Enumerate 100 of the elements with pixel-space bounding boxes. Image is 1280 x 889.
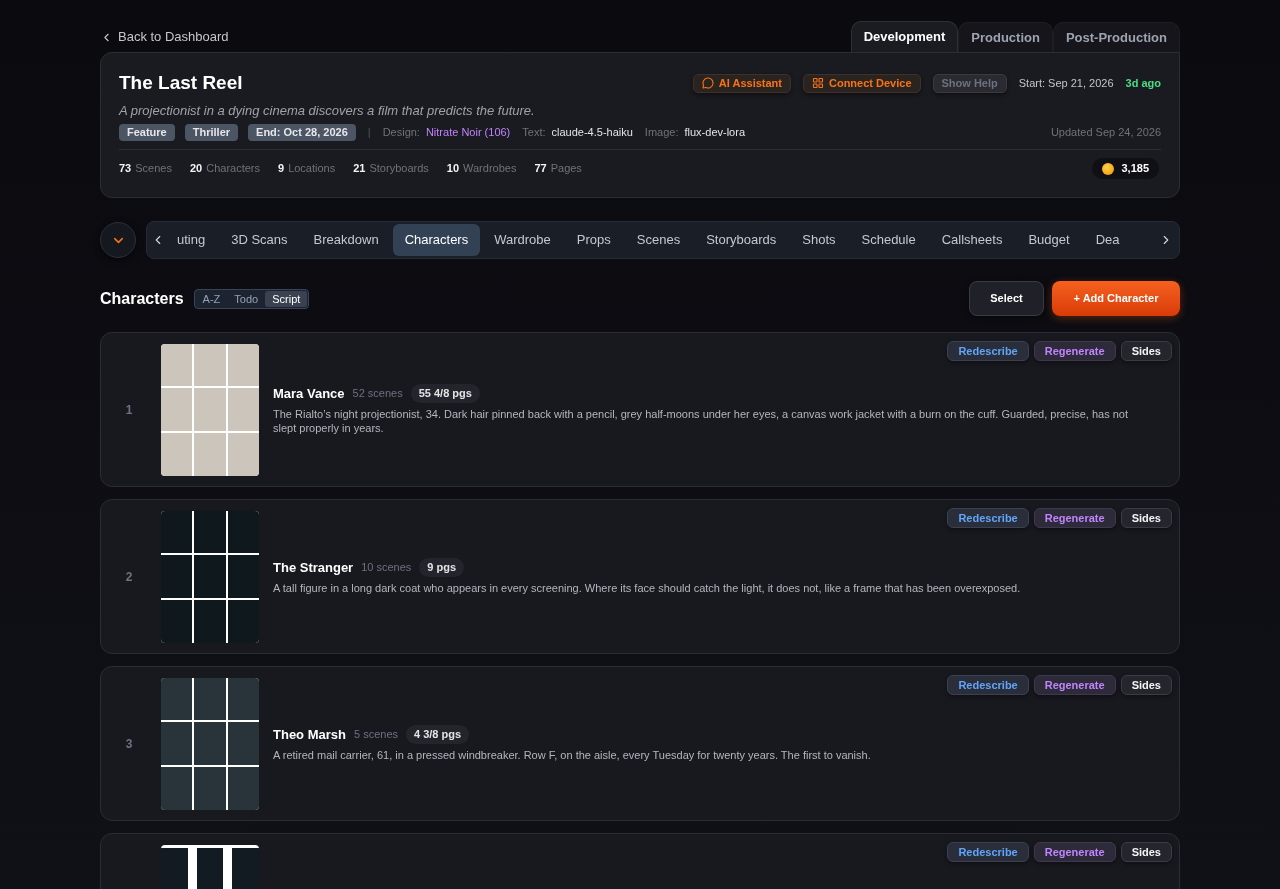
redescribe-button[interactable]: Redescribe (947, 675, 1029, 695)
regenerate-button[interactable]: Regenerate (1033, 842, 1116, 862)
project-tag: Feature (119, 123, 175, 141)
photo-placeholder (194, 343, 226, 387)
sides-button[interactable]: Sides (1120, 842, 1172, 862)
photo-placeholder (227, 766, 259, 810)
photo-placeholder (161, 432, 193, 476)
model-label: Image: (644, 124, 679, 140)
stat-count: 77 (534, 161, 547, 177)
scene-count: 5 scenes (353, 727, 398, 743)
section-tab[interactable]: Callsheets (929, 224, 1015, 256)
coin-icon (1102, 162, 1115, 175)
regenerate-button[interactable]: Regenerate (1033, 341, 1116, 361)
model-value: flux-dev-lora (684, 124, 746, 140)
photo-placeholder (161, 388, 193, 431)
redescribe-button[interactable]: Redescribe (947, 842, 1029, 862)
photo-placeholder (161, 766, 193, 810)
photo-placeholder (194, 388, 226, 431)
connect-device-button[interactable]: Connect Device (803, 73, 921, 93)
stat-count: 73 (119, 161, 132, 177)
photo-placeholder (227, 555, 259, 598)
stat-count: 21 (353, 161, 366, 177)
photo-placeholder (161, 599, 193, 643)
phase-tab[interactable]: Production (958, 22, 1053, 52)
character-number: 1 (125, 401, 133, 419)
phase-tab[interactable]: Development (850, 21, 959, 52)
character-name: Theo Marsh (273, 725, 346, 744)
photo-placeholder (194, 677, 226, 721)
section-tab[interactable]: Schedule (849, 224, 928, 256)
photo-placeholder (227, 510, 259, 554)
photo-placeholder (227, 722, 259, 765)
section-tab[interactable]: Dea (1083, 224, 1132, 256)
sides-button[interactable]: Sides (1120, 341, 1172, 361)
regenerate-button[interactable]: Regenerate (1033, 675, 1116, 695)
stat-label: Wardrobes (463, 161, 517, 177)
sort-option[interactable]: Script (265, 290, 308, 307)
project-logline: A projectionist in a dying cinema discovers a film that predicts the future. (119, 103, 536, 119)
scene-count: 52 scenes (352, 386, 403, 402)
character-name: The Stranger (273, 558, 354, 577)
sides-button[interactable]: Sides (1120, 675, 1172, 695)
photo-placeholder (227, 343, 259, 387)
stat-label: Pages (550, 161, 582, 177)
project-tag: End: Oct 28, 2026 (248, 123, 356, 141)
redescribe-button[interactable]: Redescribe (947, 341, 1029, 361)
ai-assistant-button[interactable]: AI Assistant (692, 73, 791, 93)
section-tab[interactable]: Props (564, 224, 623, 256)
page-count-badge: 55 4/8 pgs (410, 384, 480, 403)
project-title: The Last Reel (119, 71, 243, 95)
time-ago: 3d ago (1125, 75, 1161, 91)
photo-placeholder (161, 677, 193, 721)
sides-button[interactable]: Sides (1120, 508, 1172, 528)
photo-placeholder (161, 722, 193, 765)
page-count-badge: 9 pgs (419, 558, 465, 577)
add-character-button[interactable]: + Add Character (1052, 281, 1180, 316)
section-tab[interactable]: Shots (790, 224, 848, 256)
photo-placeholder (194, 722, 226, 765)
back-link[interactable]: Back to Dashboard (100, 27, 229, 47)
photo-placeholder (194, 510, 226, 554)
sort-option[interactable]: A-Z (195, 290, 228, 307)
photo-placeholder (161, 510, 193, 554)
section-tab[interactable]: uting (165, 224, 218, 256)
stat-label: Locations (288, 161, 336, 177)
photo-placeholder (227, 388, 259, 431)
design-link[interactable]: Nitrate Noir (106) (425, 123, 511, 141)
grid-icon (812, 77, 824, 89)
updated-date: Updated Sep 24, 2026 (1050, 124, 1161, 140)
stat-count: 9 (278, 161, 285, 177)
section-tab[interactable]: Characters (392, 224, 481, 256)
section-tab[interactable]: Breakdown (301, 224, 391, 256)
character-number: 3 (125, 735, 133, 753)
section-tab[interactable]: Wardrobe (482, 224, 563, 256)
phase-tab[interactable]: Post-Production (1052, 22, 1180, 52)
section-tab[interactable]: Storyboards (694, 224, 789, 256)
section-title: Characters (100, 288, 184, 309)
credits-amount: 3,185 (1121, 161, 1149, 177)
chat-bubble-icon (701, 77, 714, 89)
separator: | (367, 124, 371, 140)
photo-placeholder (194, 555, 226, 598)
character-description: A retired mail carrier, 61, in a pressed windbreaker. Row F, on the aisle, every Tuesday for twenty years. The first to vanish. (273, 748, 872, 763)
regenerate-button[interactable]: Regenerate (1033, 508, 1116, 528)
section-tab[interactable]: 3D Scans (219, 224, 300, 256)
photo-placeholder (161, 555, 193, 598)
select-button[interactable]: Select (969, 281, 1044, 316)
section-tab[interactable]: Scenes (624, 224, 693, 256)
start-date: Start: Sep 21, 2026 (1018, 75, 1114, 91)
model-label: Text: (522, 124, 546, 140)
section-tab[interactable]: Budget (1016, 224, 1082, 256)
stat-label: Scenes (135, 161, 172, 177)
photo-placeholder (227, 599, 259, 643)
page-count-badge: 4 3/8 pgs (406, 725, 470, 744)
redescribe-button[interactable]: Redescribe (947, 508, 1029, 528)
project-tag: Thriller (184, 123, 239, 141)
photo-placeholder (194, 766, 226, 810)
photo-placeholder (194, 432, 226, 476)
character-description: A tall figure in a long dark coat who appears in every screening. Where its face should catch the light, it does not, like a frame that has been overexposed. (273, 581, 1022, 596)
stat-label: Storyboards (369, 161, 429, 177)
model-label: Design: (382, 124, 420, 140)
stat-count: 10 (446, 161, 460, 177)
stat-count: 20 (189, 161, 203, 177)
sort-option[interactable]: Todo (227, 290, 266, 307)
